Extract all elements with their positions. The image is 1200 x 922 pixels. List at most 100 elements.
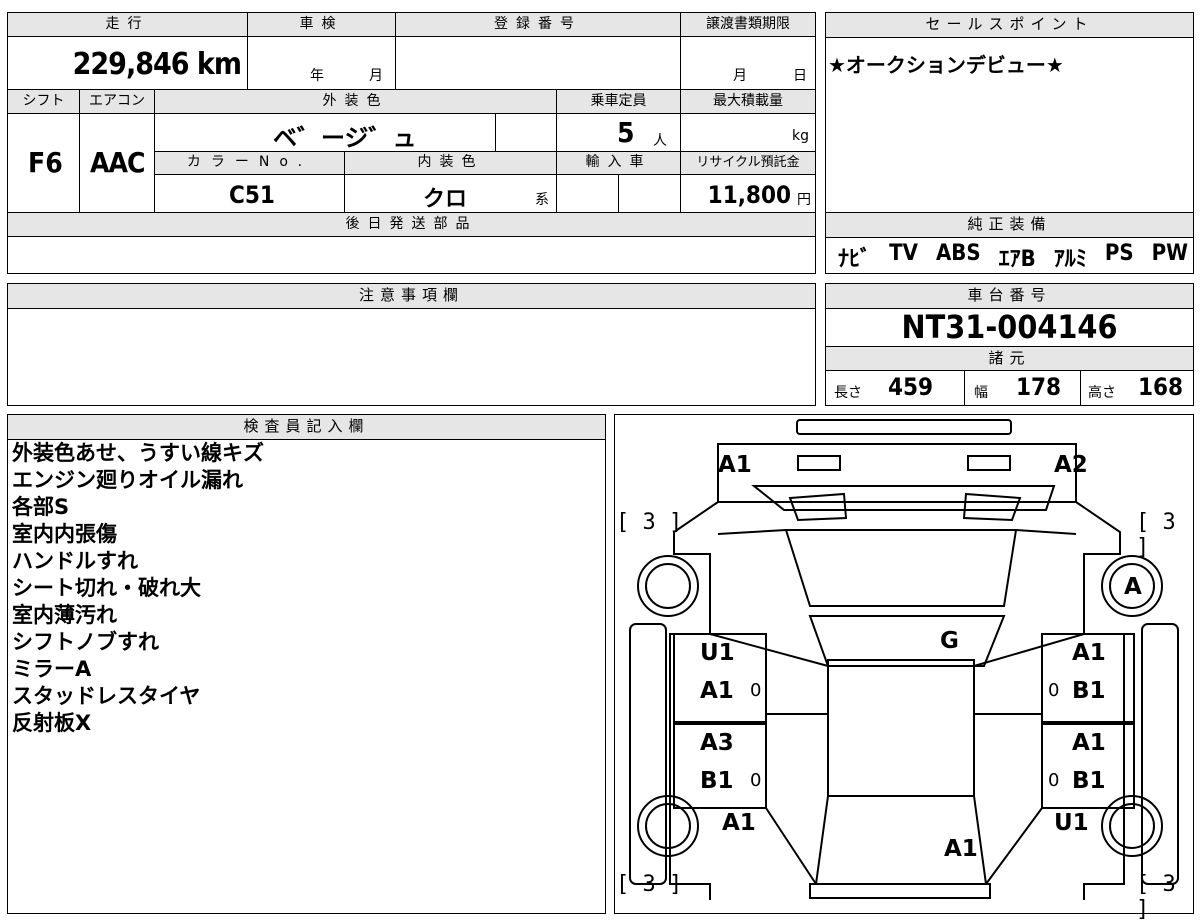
equipment-item: ｴｱB <box>998 247 1036 272</box>
max-load-header: 最大積載量 <box>680 89 816 114</box>
mark-door-fl-bottom: A1 <box>700 678 734 704</box>
interior-color-header: 内装色 <box>344 151 557 175</box>
mark-rear-right: U1 <box>1054 810 1089 836</box>
zero-mark: 0 <box>750 680 762 701</box>
mileage-value: 229,846 km <box>72 47 242 82</box>
rear-bumper-outline <box>809 883 991 899</box>
equipment-item: ｱﾙﾐ <box>1053 247 1087 272</box>
front-panel-outline <box>717 443 1077 503</box>
body-outline <box>669 501 1125 900</box>
note-line: 室内薄汚れ <box>12 603 117 627</box>
spec-height: 高さ 168 <box>1088 373 1184 401</box>
side-bar-left-outline <box>629 623 667 885</box>
mark-door-fr-top: A1 <box>1072 640 1106 666</box>
bracket-tire-rear-left: [ 3 ] <box>616 872 683 897</box>
interior-color-cell: クロ 系 <box>344 174 557 213</box>
mark-tire-front-right: A <box>1124 574 1142 600</box>
equipment-list: ﾅﾋﾞ TV ABS ｴｱB ｱﾙﾐ PS PW <box>838 241 1188 273</box>
headlight-left-outline <box>797 455 841 471</box>
note-line: ミラーA <box>12 657 92 681</box>
transfer-deadline-cell: 月 日 <box>680 36 816 90</box>
shift-cell: F6 <box>7 113 80 213</box>
mark-rear-left: A1 <box>722 810 756 836</box>
shaken-year: 年 <box>310 68 324 84</box>
color-no-value: C51 <box>229 181 275 209</box>
tire-rear-right-inner <box>1109 803 1155 849</box>
spec-width: 幅 178 <box>964 370 1081 405</box>
headlight-right-outline <box>967 455 1011 471</box>
ac-header: エアコン <box>79 89 155 114</box>
mark-front-left: A1 <box>718 452 752 478</box>
recycle-value: 11,800 <box>707 181 791 209</box>
side-bar-right-outline <box>1141 623 1179 885</box>
ac-cell: AAC <box>79 113 155 213</box>
shift-header: シフト <box>7 89 80 114</box>
mark-rear-center: A1 <box>944 836 978 862</box>
note-line: スタッドレスタイヤ <box>12 684 201 708</box>
exterior-color-extra <box>495 113 557 152</box>
bracket-tire-front-right: [ 3 ] <box>1136 510 1176 560</box>
recycle-header: リサイクル預託金 <box>680 151 816 175</box>
inspector-header: 検査員記入欄 <box>8 415 605 440</box>
import-header: 輸入車 <box>556 151 681 175</box>
bracket-tire-rear-right: [ 3 ] <box>1136 872 1176 922</box>
exterior-color-value: ベ゛ージ゛ュ <box>273 124 417 152</box>
note-line: 室内内張傷 <box>12 522 117 546</box>
capacity-unit: 人 <box>653 133 667 149</box>
shaken-header: 車検 <box>247 12 396 37</box>
later-parts-header: 後日発送部品 <box>7 212 816 237</box>
max-load-cell: kg <box>680 113 816 152</box>
bracket-tire-front-left: [ 3 ] <box>616 510 683 535</box>
mark-door-rr-top: A1 <box>1072 730 1106 756</box>
import-cell-b <box>618 174 681 213</box>
sales-point-header: セールスポイント <box>826 13 1193 38</box>
interior-color-value: クロ <box>423 187 468 212</box>
rear-pillar-outline <box>765 807 1043 885</box>
shift-value: F6 <box>28 146 63 179</box>
spec-length: 長さ 459 <box>826 370 965 405</box>
shaken-cell: 年 月 <box>247 36 396 90</box>
note-line: シフトノブすれ <box>12 630 159 654</box>
exterior-color-cell: ベ゛ージ゛ュ <box>154 113 496 152</box>
vent-right-outline <box>962 492 1022 522</box>
sales-point-box: セールスポイント ★オークションデビュー★ <box>825 12 1194 213</box>
shaken-month: 月 <box>369 68 383 84</box>
mark-windshield: G <box>940 628 959 654</box>
registration-cell <box>395 36 681 90</box>
equipment-item: TV <box>889 241 918 266</box>
tire-front-left-inner <box>645 563 691 609</box>
equipment-item: ABS <box>935 241 981 266</box>
equipment-item: PS <box>1104 241 1134 266</box>
equipment-box: 純正装備 ﾅﾋﾞ TV ABS ｴｱB ｱﾙﾐ PS PW <box>825 212 1194 274</box>
mileage-header: 走行 <box>7 12 248 37</box>
mark-door-rr-bottom: B1 <box>1072 768 1106 794</box>
recycle-cell: 11,800 円 <box>680 174 816 213</box>
registration-header: 登録番号 <box>395 12 681 37</box>
capacity-header: 乗車定員 <box>556 89 681 114</box>
chassis-box: 車台番号 NT31-004146 諸元 長さ 459 幅 178 高さ 168 <box>825 283 1194 406</box>
capacity-value: 5 <box>617 116 635 149</box>
mark-door-fr-bottom: B1 <box>1072 678 1106 704</box>
equipment-item: PW <box>1151 241 1188 266</box>
tire-rear-left-inner <box>645 803 691 849</box>
mileage-cell: 229,846 km <box>7 36 248 90</box>
max-load-unit: kg <box>792 128 809 144</box>
dash-outline <box>808 615 1006 667</box>
equipment-item: ﾅﾋﾞ <box>838 247 872 272</box>
caution-header: 注意事項欄 <box>8 284 815 309</box>
caution-box: 注意事項欄 <box>7 283 816 406</box>
note-line: 各部S <box>12 495 70 519</box>
mark-door-fl-top: U1 <box>700 640 735 666</box>
windshield-outline <box>784 529 1018 607</box>
recycle-unit: 円 <box>797 192 811 208</box>
mark-door-rl-bottom: B1 <box>700 768 734 794</box>
import-cell-a <box>556 174 619 213</box>
roof-outline <box>827 659 975 797</box>
sales-point-text: ★オークションデビュー★ <box>828 53 1064 77</box>
equipment-header: 純正装備 <box>826 213 1193 238</box>
capacity-cell: 5 人 <box>556 113 681 152</box>
color-no-cell: C51 <box>154 174 345 213</box>
zero-mark: 0 <box>1048 770 1060 791</box>
zero-mark: 0 <box>750 770 762 791</box>
transfer-deadline-header: 譲渡書類期限 <box>680 12 816 37</box>
